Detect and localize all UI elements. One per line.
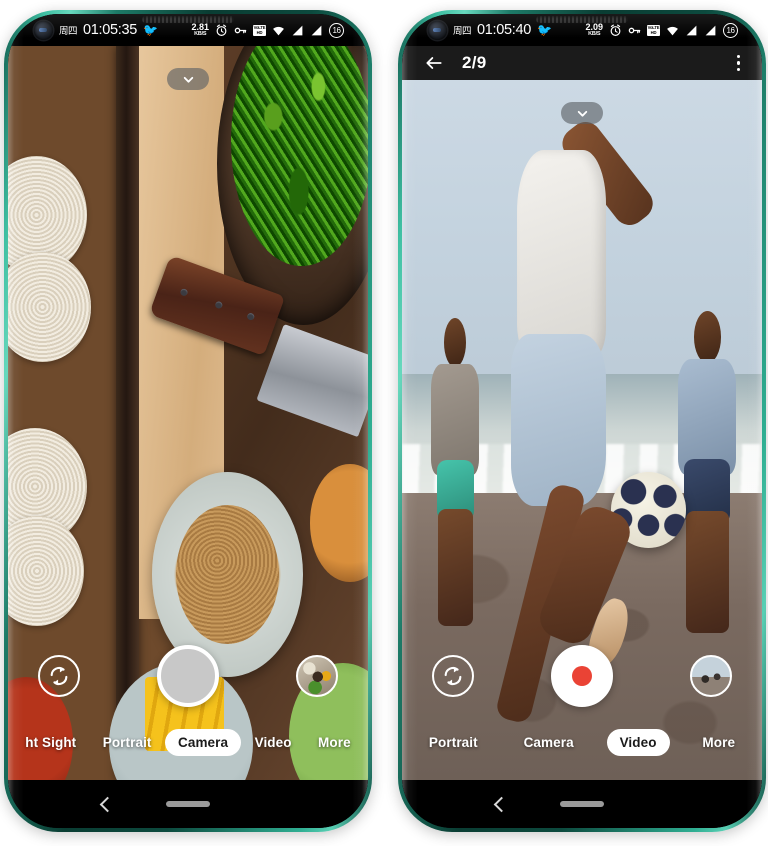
record-dot-icon (572, 666, 592, 686)
signal-1-icon (292, 25, 303, 35)
mode-camera[interactable]: Camera (164, 728, 242, 756)
more-vertical-icon[interactable] (736, 54, 740, 72)
foreground-player (488, 115, 659, 725)
front-camera-punchhole (34, 20, 53, 40)
arrow-left-icon[interactable] (424, 53, 444, 73)
android-nav-bar (402, 780, 762, 828)
status-bar-right: 2.09 KB/S VoLTE HD 16 (585, 22, 738, 38)
status-day-label: 周四 (59, 26, 78, 37)
front-camera-punchhole (428, 20, 447, 40)
wifi-icon (667, 26, 678, 35)
mode-video[interactable]: Video (606, 728, 670, 756)
viewfinder-dropdown-button[interactable] (167, 68, 209, 90)
mode-more[interactable]: More (689, 729, 748, 756)
phone-screen-camera: 周四 01:05:35 🐦 2.81 KB/S VoLTE HD 16 ht S… (8, 14, 368, 828)
chevron-down-icon (183, 76, 193, 83)
phone-bezel: 周四 01:05:35 🐦 2.81 KB/S VoLTE HD 16 ht S… (8, 14, 368, 828)
camera-viewfinder[interactable]: Portrait Camera Video More (402, 80, 762, 780)
phone-device-gallery: 周四 01:05:40 🐦 2.09 KB/S VoLTE HD 16 2/9 … (398, 10, 766, 832)
signal-1-icon (686, 25, 697, 35)
home-pill-icon[interactable] (560, 801, 604, 807)
viewfinder-dropdown-button[interactable] (561, 102, 603, 124)
vpn-key-icon (234, 27, 247, 33)
mode-camera[interactable]: Camera (511, 729, 587, 756)
mode-video[interactable]: Video (242, 729, 305, 756)
camera-flip-icon (444, 666, 462, 686)
battery-indicator: 16 (723, 22, 738, 38)
signal-2-icon (311, 25, 322, 35)
vpn-key-icon (628, 27, 641, 33)
camera-flip-button[interactable] (432, 655, 474, 697)
camera-flip-icon (50, 666, 68, 686)
gallery-thumbnail-button[interactable] (690, 655, 732, 697)
gallery-thumbnail-button[interactable] (296, 655, 338, 697)
phone-bezel: 周四 01:05:40 🐦 2.09 KB/S VoLTE HD 16 2/9 … (402, 14, 762, 828)
gallery-toolbar: 2/9 (402, 46, 762, 80)
alarm-icon (610, 23, 621, 36)
screenshot-stage: 周四 01:05:35 🐦 2.81 KB/S VoLTE HD 16 ht S… (0, 0, 768, 846)
gallery-page-title: 2/9 (462, 53, 487, 72)
back-chevron-icon[interactable] (99, 796, 115, 812)
mode-portrait[interactable]: Portrait (416, 729, 491, 756)
android-nav-bar (8, 780, 368, 828)
status-bar-left: 周四 01:05:40 🐦 (428, 20, 553, 40)
camera-mode-bar: Portrait Camera Video More (402, 722, 762, 762)
bird-icon: 🐦 (537, 23, 553, 37)
earpiece-speaker (142, 16, 234, 23)
chevron-down-icon (577, 110, 587, 117)
phone-device-camera: 周四 01:05:35 🐦 2.81 KB/S VoLTE HD 16 ht S… (4, 10, 372, 832)
wifi-icon (273, 26, 284, 35)
status-bar-left: 周四 01:05:35 🐦 (34, 20, 159, 40)
network-speed-indicator: 2.81 KB/S (191, 22, 209, 38)
alarm-icon (216, 23, 227, 36)
record-button[interactable] (551, 645, 613, 707)
volte-icon: VoLTE HD (253, 24, 266, 36)
bird-icon: 🐦 (143, 23, 159, 37)
phone-screen-gallery: 周四 01:05:40 🐦 2.09 KB/S VoLTE HD 16 2/9 … (402, 14, 762, 828)
camera-viewfinder[interactable]: ht Sight Portrait Camera Video More (8, 46, 368, 780)
network-speed-unit: KB/S (588, 30, 601, 37)
background-player-right (668, 311, 747, 633)
status-clock: 01:05:40 (477, 22, 532, 38)
camera-controls-row (402, 644, 762, 708)
background-player-left (424, 318, 489, 626)
camera-mode-bar: ht Sight Portrait Camera Video More (8, 722, 368, 762)
network-speed-indicator: 2.09 KB/S (585, 22, 603, 38)
status-day-label: 周四 (453, 26, 472, 37)
home-pill-icon[interactable] (166, 801, 210, 807)
mode-portrait[interactable]: Portrait (90, 729, 165, 756)
mode-night-sight[interactable]: ht Sight (12, 729, 89, 756)
camera-flip-button[interactable] (38, 655, 80, 697)
volte-icon: VoLTE HD (647, 24, 660, 36)
battery-indicator: 16 (329, 22, 344, 38)
status-bar-right: 2.81 KB/S VoLTE HD 16 (191, 22, 344, 38)
earpiece-speaker (536, 16, 628, 23)
shutter-button[interactable] (157, 645, 219, 707)
network-speed-unit: KB/S (194, 30, 207, 37)
signal-2-icon (705, 25, 716, 35)
back-chevron-icon[interactable] (493, 796, 509, 812)
mode-more[interactable]: More (305, 729, 364, 756)
status-clock: 01:05:35 (83, 22, 138, 38)
camera-controls-row (8, 644, 368, 708)
